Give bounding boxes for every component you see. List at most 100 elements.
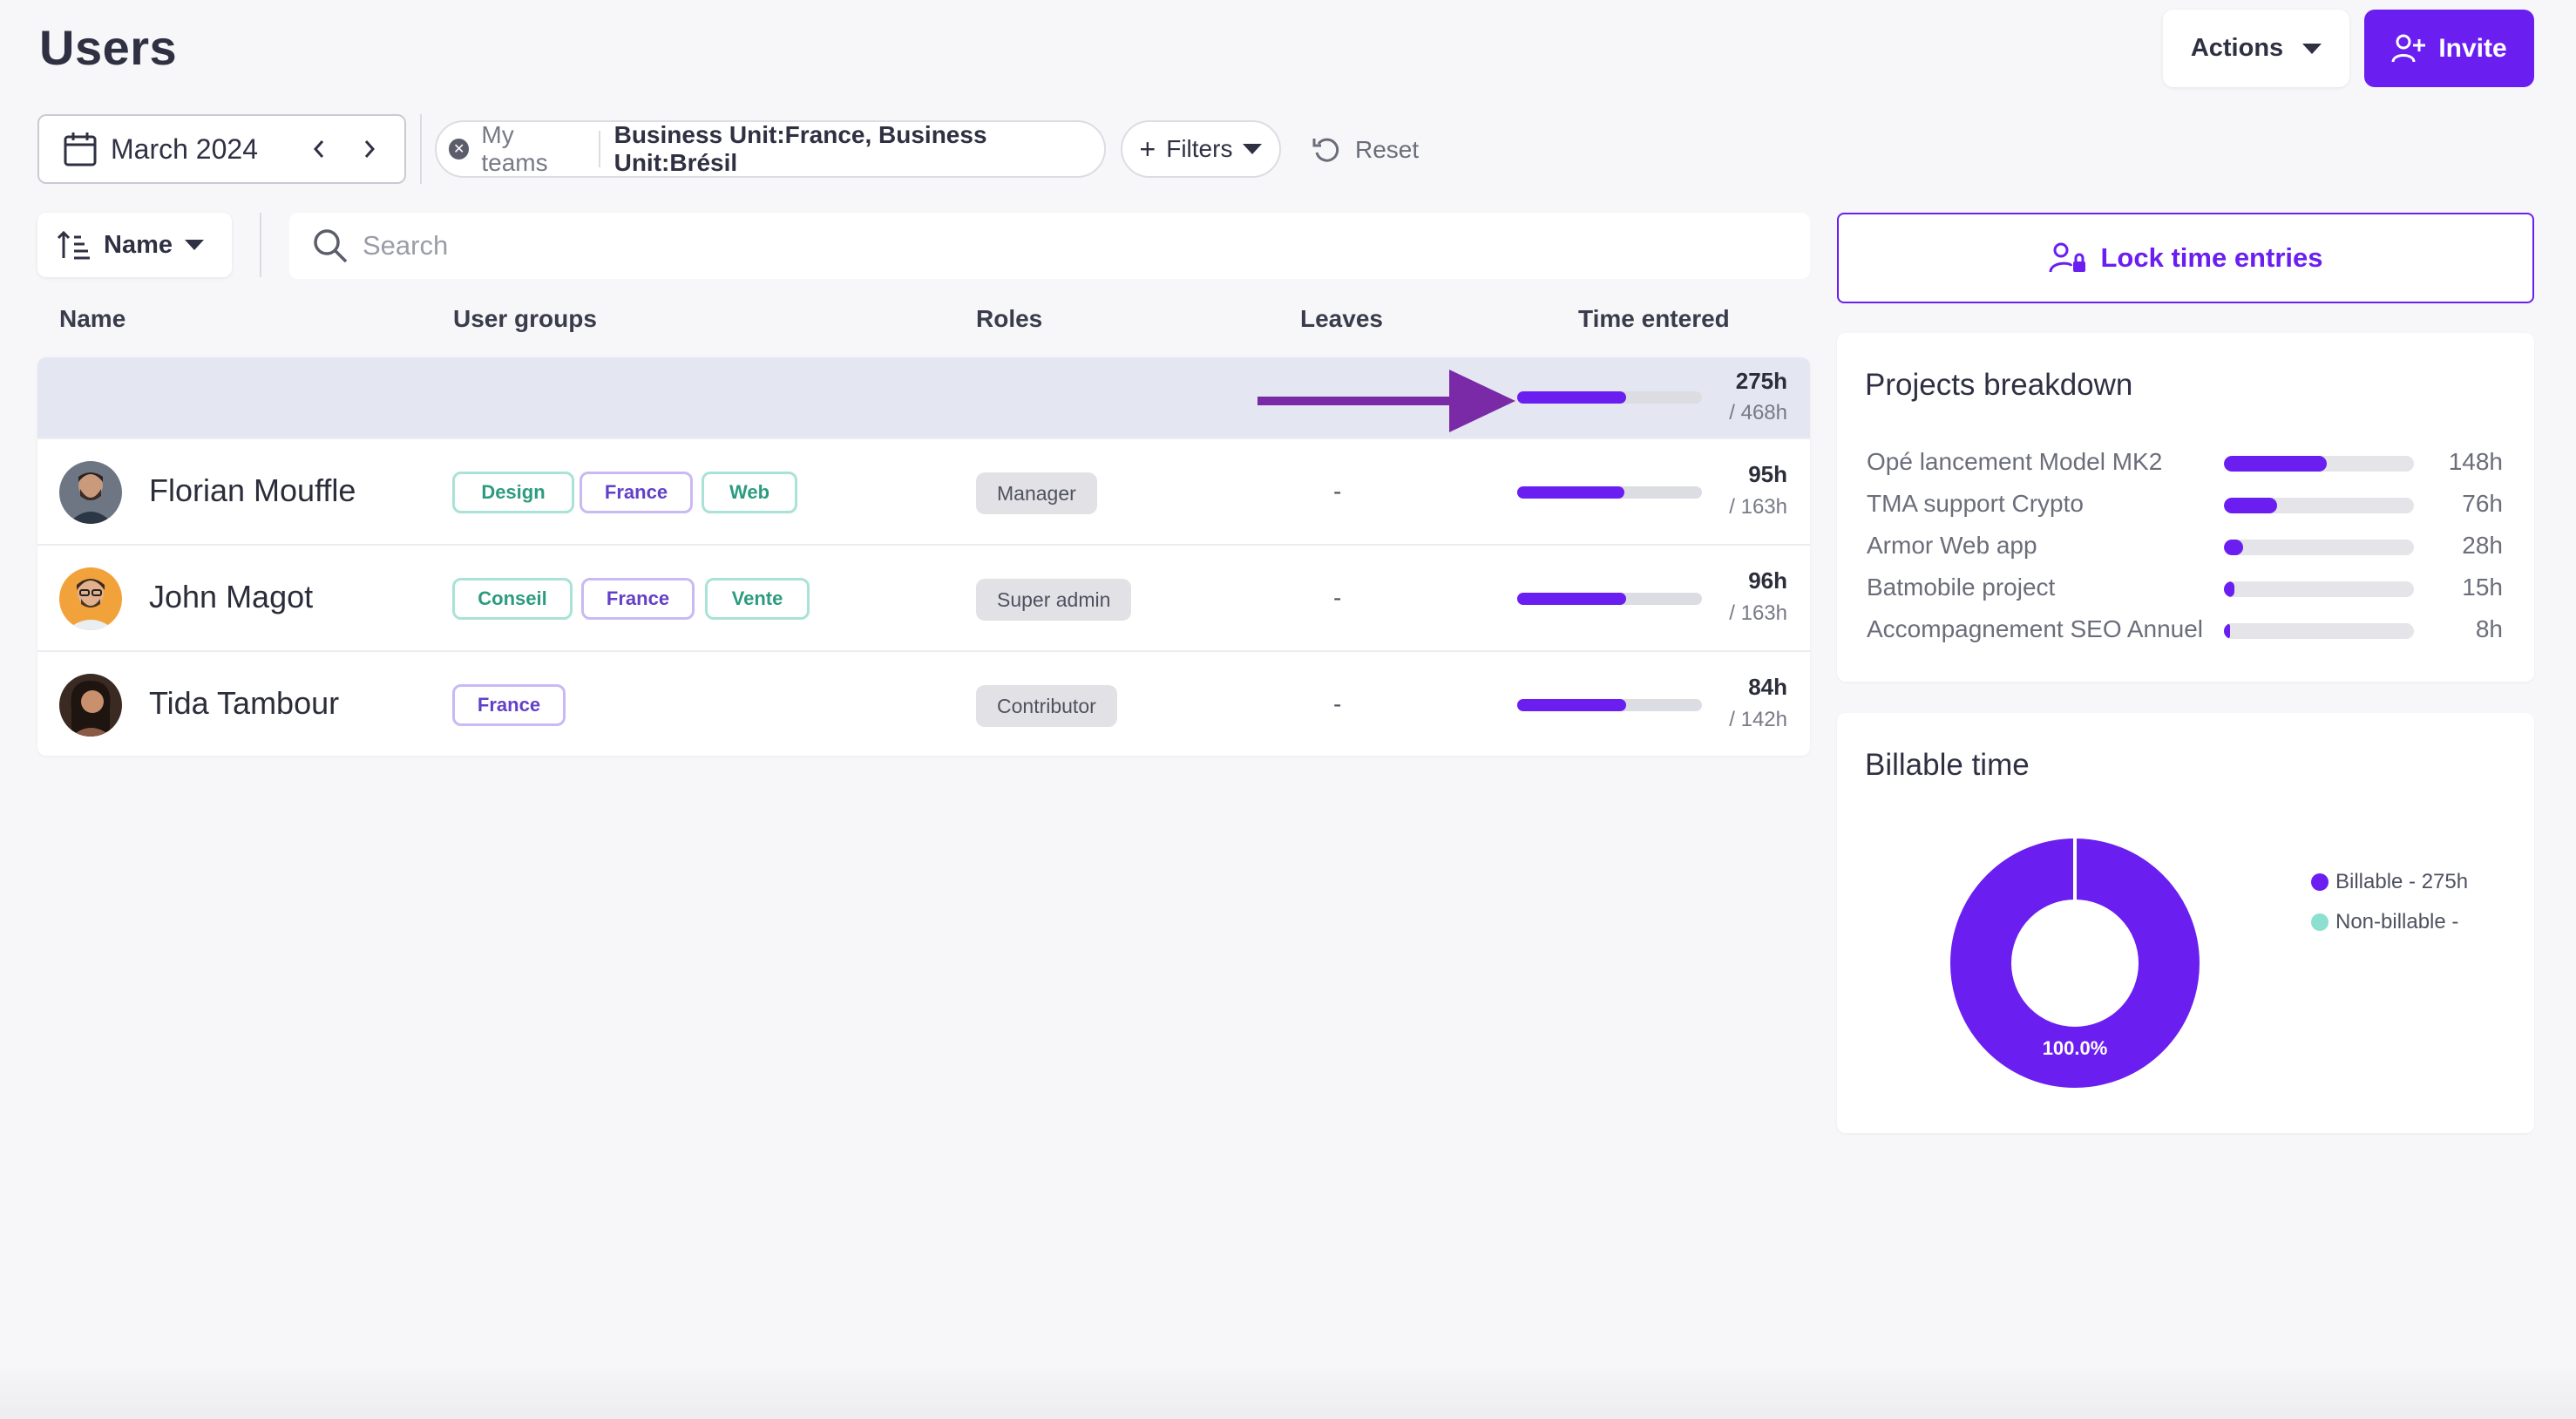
legend-label: Non-billable -	[2335, 910, 2459, 934]
column-header-user-groups[interactable]: User groups	[453, 305, 597, 333]
user-group-tag: France	[452, 684, 566, 726]
project-name: Armor Web app	[1867, 532, 2037, 559]
divider	[260, 213, 261, 277]
month-label: March 2024	[111, 132, 258, 165]
project-progress-bar	[2224, 498, 2414, 513]
filters-label: Filters	[1166, 135, 1233, 162]
table-row[interactable]: Tida Tambour France Contributor - 84h / …	[37, 650, 1810, 756]
reset-icon	[1312, 138, 1339, 162]
total-hours: 275h	[1735, 368, 1787, 394]
legend-dot	[2311, 873, 2329, 891]
sort-label: Name	[104, 230, 173, 259]
invite-button[interactable]: Invite	[2364, 10, 2534, 87]
user-group-tag: Web	[702, 472, 797, 513]
previous-month-button[interactable]	[298, 128, 340, 170]
time-progress-bar	[1517, 699, 1702, 711]
add-user-icon	[2391, 34, 2426, 62]
project-name: Opé lancement Model MK2	[1867, 448, 2163, 475]
actions-button[interactable]: Actions	[2163, 10, 2349, 87]
month-picker[interactable]: March 2024	[37, 114, 406, 184]
my-teams-label: My teams	[481, 121, 600, 176]
reset-button[interactable]: Reset	[1312, 129, 1419, 171]
user-name[interactable]: Florian Mouffle	[149, 472, 356, 509]
project-hours: 148h	[2448, 448, 2503, 475]
column-header-roles[interactable]: Roles	[976, 305, 1042, 333]
sort-ascending-icon	[57, 230, 90, 260]
reset-label: Reset	[1355, 136, 1420, 163]
lock-label: Lock time entries	[2100, 242, 2323, 273]
table-row[interactable]: Florian Mouffle Design France Web Manage…	[37, 438, 1810, 544]
legend-item-billable[interactable]: Billable - 275h	[2311, 870, 2468, 894]
column-header-time-entered[interactable]: Time entered	[1578, 305, 1730, 333]
arrow-annotation-icon	[1257, 370, 1515, 432]
time-progress-fill	[1517, 593, 1627, 605]
hours-entered: 96h	[1748, 567, 1787, 594]
leaves-value: -	[1333, 690, 1342, 717]
avatar	[59, 461, 122, 524]
chevron-left-icon	[313, 140, 324, 158]
caret-down-icon	[185, 240, 204, 250]
project-hours: 76h	[2462, 490, 2503, 517]
user-name[interactable]: John Magot	[149, 579, 313, 615]
user-group-tag: France	[580, 472, 693, 513]
project-progress-fill	[2224, 623, 2230, 639]
search-icon	[314, 229, 348, 263]
project-hours: 8h	[2475, 615, 2503, 642]
divider	[420, 114, 422, 184]
project-hours: 15h	[2462, 574, 2503, 601]
column-header-leaves[interactable]: Leaves	[1300, 305, 1383, 333]
leaves-value: -	[1333, 478, 1342, 505]
filters-button[interactable]: + Filters	[1121, 120, 1281, 178]
column-header-name[interactable]: Name	[59, 305, 125, 333]
project-name: Batmobile project	[1867, 574, 2056, 601]
project-progress-bar	[2224, 540, 2414, 555]
user-lock-icon	[2049, 242, 2085, 273]
table-row[interactable]: John Magot Conseil France Vente Super ad…	[37, 544, 1810, 650]
search-placeholder: Search	[363, 230, 449, 261]
user-group-tag: Design	[452, 472, 574, 513]
project-name: Accompagnement SEO Annuel	[1867, 615, 2204, 642]
total-capacity: / 468h	[1729, 401, 1787, 424]
avatar	[59, 674, 122, 737]
projects-breakdown-title: Projects breakdown	[1865, 368, 2133, 402]
next-month-button[interactable]	[349, 128, 390, 170]
billable-time-title: Billable time	[1865, 748, 2030, 782]
project-progress-fill	[2224, 498, 2278, 513]
actions-label: Actions	[2190, 34, 2284, 62]
hours-capacity: / 163h	[1729, 601, 1787, 625]
avatar	[59, 567, 122, 630]
user-name[interactable]: Tida Tambour	[149, 685, 339, 722]
my-teams-filter[interactable]: ✕ My teams Business Unit:France, Busines…	[435, 120, 1106, 178]
hours-capacity: / 142h	[1729, 708, 1787, 731]
plus-icon: +	[1139, 133, 1156, 165]
search-input[interactable]: Search	[289, 213, 1810, 279]
total-row: 275h / 468h	[37, 357, 1810, 438]
calendar-icon	[64, 132, 97, 166]
project-hours: 28h	[2462, 532, 2503, 559]
role-badge: Super admin	[976, 579, 1132, 621]
billable-donut-chart: 100.0%	[1950, 838, 2200, 1088]
legend-label: Billable - 275h	[2335, 870, 2469, 893]
clear-filter-icon[interactable]: ✕	[449, 139, 470, 160]
projects-breakdown-card: Projects breakdown Opé lancement Model M…	[1837, 333, 2534, 682]
total-progress-fill	[1517, 391, 1627, 404]
role-badge: Contributor	[976, 685, 1117, 727]
hours-capacity: / 163h	[1729, 495, 1787, 519]
legend-item-non-billable[interactable]: Non-billable -	[2311, 910, 2458, 934]
user-group-tag: Vente	[705, 578, 810, 620]
invite-label: Invite	[2438, 33, 2507, 63]
project-progress-fill	[2224, 581, 2234, 597]
users-table: 275h / 468h Florian Mouffle Design Franc…	[37, 357, 1810, 756]
time-progress-bar	[1517, 593, 1702, 605]
lock-time-entries-button[interactable]: Lock time entries	[1837, 213, 2534, 303]
project-progress-fill	[2224, 540, 2243, 555]
teams-value: Business Unit:France, Business Unit:Brés…	[613, 121, 987, 176]
role-badge: Manager	[976, 472, 1097, 514]
time-progress-bar	[1517, 486, 1702, 499]
user-group-tag: Conseil	[452, 578, 573, 620]
caret-down-icon	[2302, 43, 2322, 54]
time-progress-fill	[1517, 699, 1627, 711]
chevron-right-icon	[364, 140, 375, 158]
sort-button[interactable]: Name	[37, 213, 232, 277]
legend-dot	[2311, 913, 2329, 931]
